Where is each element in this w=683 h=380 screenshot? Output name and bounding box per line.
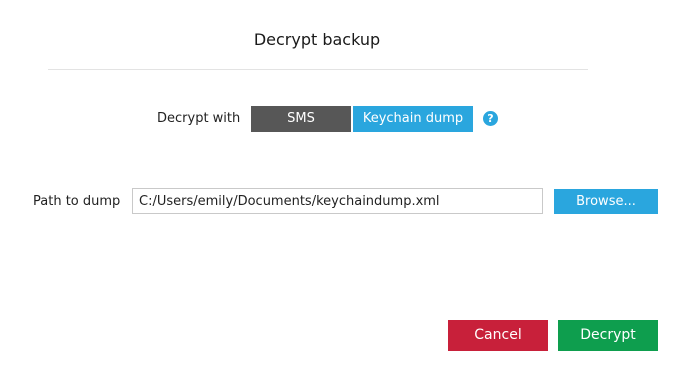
decrypt-button[interactable]: Decrypt	[558, 320, 658, 351]
title-divider	[48, 69, 588, 70]
sms-option-button[interactable]: SMS	[251, 106, 351, 132]
path-to-dump-input[interactable]	[132, 188, 543, 214]
help-icon[interactable]: ?	[483, 111, 498, 126]
path-to-dump-label: Path to dump	[33, 194, 121, 209]
keychain-dump-option-button[interactable]: Keychain dump	[353, 106, 473, 132]
decrypt-with-label: Decrypt with	[157, 111, 241, 126]
cancel-button[interactable]: Cancel	[448, 320, 548, 351]
browse-button[interactable]: Browse...	[554, 189, 658, 214]
dialog-title: Decrypt backup	[253, 30, 381, 49]
